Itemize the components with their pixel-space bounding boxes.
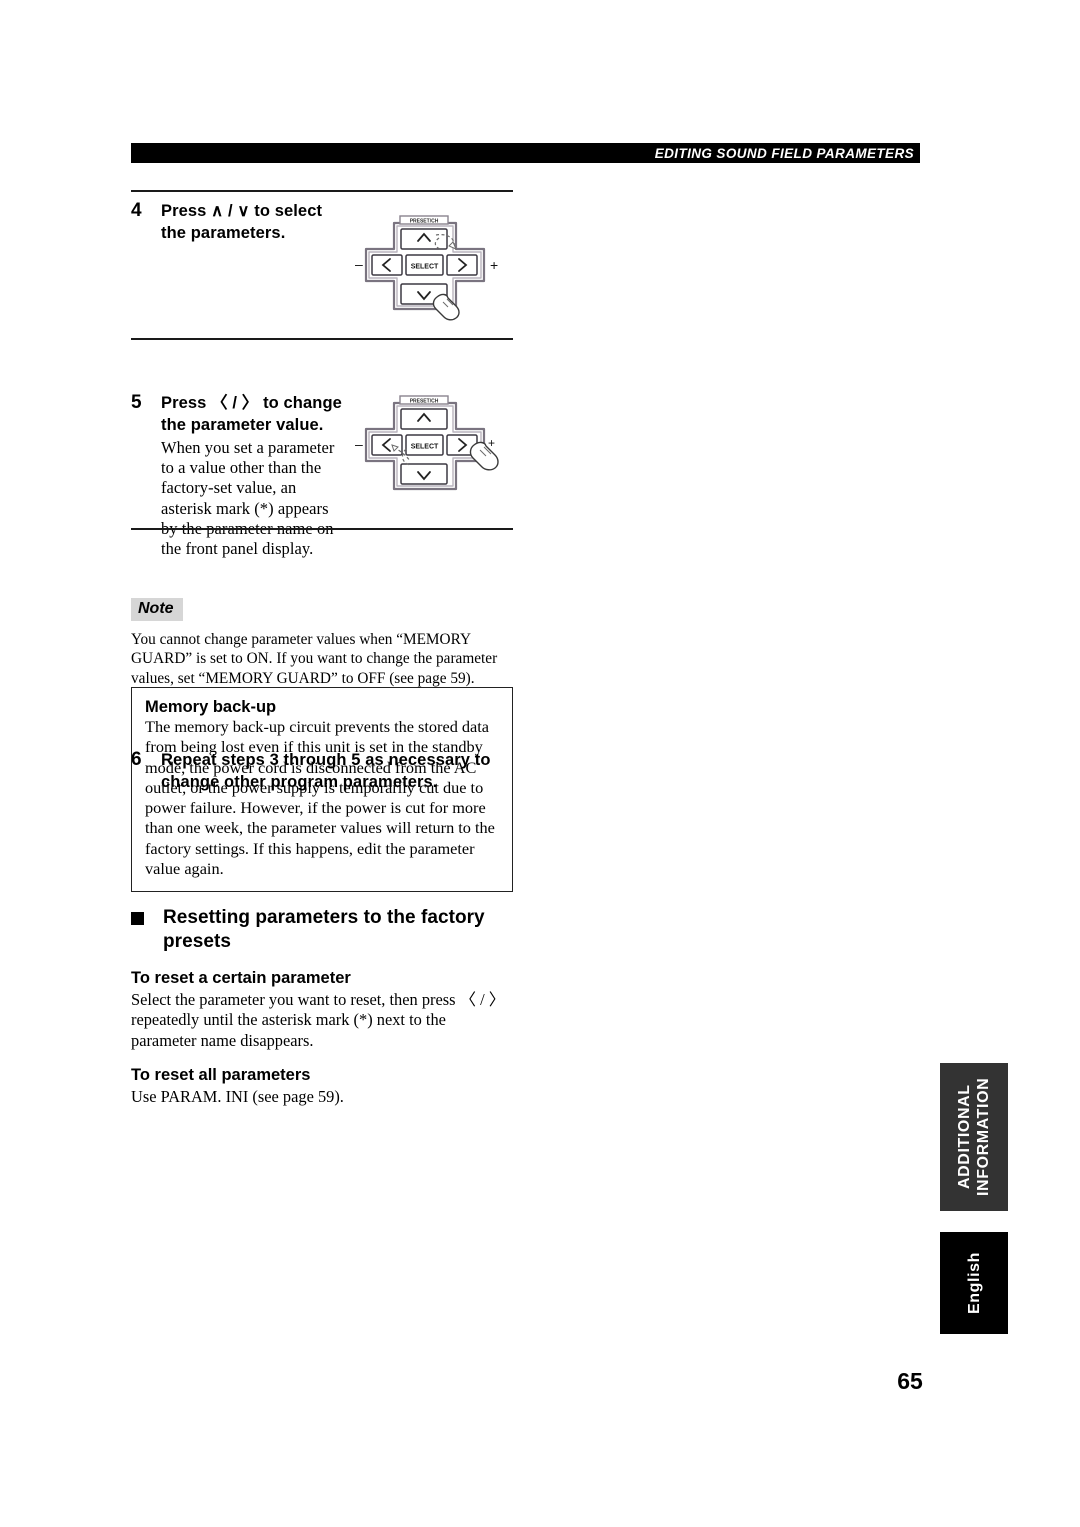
step-divider-6 [131,528,513,530]
remote-cross-svg: PRESET/CH SELECT – + [355,215,498,321]
reset-section-heading: Resetting parameters to the factory pres… [131,906,513,954]
remote-preset-label: PRESET/CH [410,398,439,404]
step-5-body: When you set a parameter to a value othe… [161,438,335,559]
reset-certain-parameter-title: To reset a certain parameter [131,969,351,987]
remote-up-button[interactable] [400,408,448,430]
step-4-number: 4 [131,200,142,221]
remote-cross-svg-2: PRESET/CH SELECT – + [355,395,499,491]
remote-up-button[interactable] [400,228,448,250]
side-tab-language-label: English [965,1252,983,1314]
remote-preset-label: PRESET/CH [410,218,439,224]
remote-plus-label: + [488,436,495,450]
step-divider-5 [131,338,513,340]
remote-control-diagram-step5: PRESET/CH SELECT – + [344,385,524,507]
remote-down-button[interactable] [400,463,448,485]
square-bullet-icon [131,912,144,925]
side-tab-language[interactable]: English [940,1232,1008,1334]
memory-backup-text: The memory back-up circuit prevents the … [145,717,495,879]
remote-select-label: SELECT [411,264,439,271]
reset-section: Resetting parameters to the factory pres… [131,888,513,1108]
remote-select-label: SELECT [411,444,439,451]
step-5-number: 5 [131,392,142,413]
step-divider-4 [131,190,513,192]
remote-control-diagram-step4: PRESET/CH SELECT – + [344,205,516,325]
running-header-title: EDITING SOUND FIELD PARAMETERS [654,145,914,161]
side-tab-additional-information-label: ADDITIONAL INFORMATION [956,1077,992,1197]
page-number: 65 [897,1368,923,1394]
reset-all-parameters-text: Use PARAM. INI (see page 59). [131,1087,344,1107]
side-tab-additional-information[interactable]: ADDITIONAL INFORMATION [940,1063,1008,1211]
running-header: EDITING SOUND FIELD PARAMETERS [131,143,920,163]
remote-minus-label: – [355,436,363,452]
note-block: Note You cannot change parameter values … [131,598,513,688]
remote-plus-label: + [490,257,498,273]
reset-certain-parameter-text: Select the parameter you want to reset, … [131,990,506,1050]
reset-all-parameters-title: To reset all parameters [131,1066,311,1085]
remote-left-button[interactable] [371,254,403,276]
remote-right-button[interactable] [446,254,478,276]
remote-minus-label: – [355,256,363,272]
reset-section-title: Resetting parameters to the factory pres… [163,907,485,952]
remote-left-button[interactable] [371,434,403,456]
memory-backup-panel: Memory back-up The memory back-up circui… [131,687,513,893]
note-text: You cannot change parameter values when … [131,631,498,687]
memory-backup-title: Memory back-up [145,698,277,716]
note-badge: Note [131,598,183,621]
